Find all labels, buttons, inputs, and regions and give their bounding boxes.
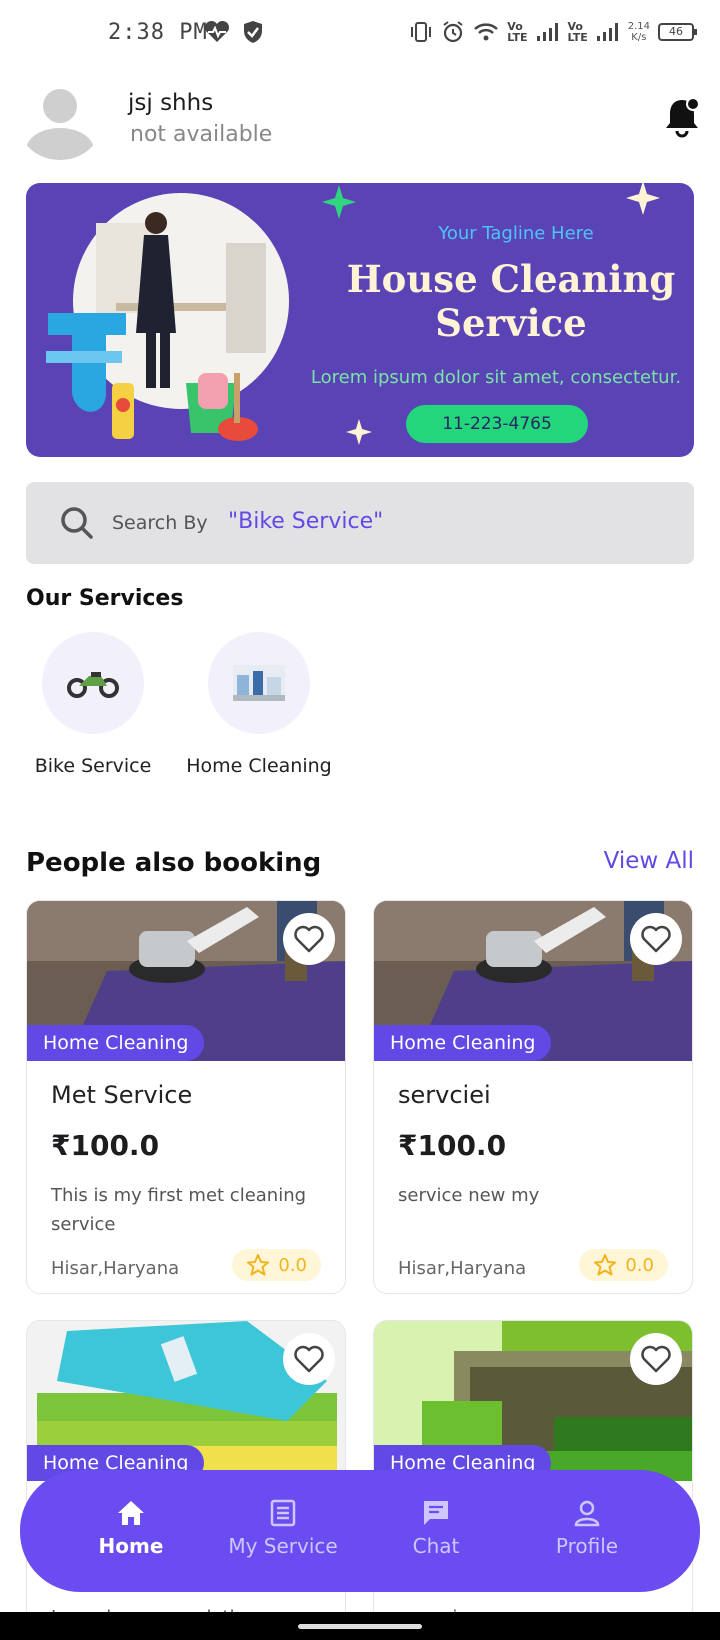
service-item-bike[interactable]: Bike Service [18, 632, 168, 781]
signal-icon-2 [596, 23, 618, 41]
favorite-button[interactable] [630, 1333, 682, 1385]
nav-label: My Service [228, 1534, 338, 1558]
card-image: Home Cleaning [374, 901, 692, 1061]
services-section-title: Our Services [26, 586, 184, 611]
sparkle-icon [626, 183, 660, 215]
favorite-button[interactable] [283, 913, 335, 965]
heart-icon [641, 925, 671, 953]
card-location: Hisar,Haryana [398, 1258, 527, 1279]
network-speed: 2.14 K/s [627, 21, 650, 43]
volte-label-1: Vo LTE [507, 20, 528, 44]
nav-label: Profile [555, 1534, 619, 1558]
home-cleaning-thumb [233, 665, 285, 701]
heart-icon [294, 1345, 324, 1373]
status-time: 2:38 PM [108, 20, 208, 45]
service-label: Home Cleaning [186, 755, 332, 777]
volte-label-2: Vo LTE [567, 20, 588, 44]
chat-icon [424, 1501, 448, 1525]
search-bar[interactable]: Search By "Bike Service" [26, 482, 694, 564]
sparkle-icon [346, 419, 372, 445]
card-image: Home Cleaning [27, 1321, 345, 1481]
profile-icon [574, 1500, 600, 1527]
home-icon [118, 1501, 144, 1525]
alarm-icon [443, 21, 463, 43]
notification-bell-icon[interactable] [662, 96, 702, 138]
rating-value: 0.0 [278, 1254, 307, 1276]
card-image: Home Cleaning [27, 901, 345, 1061]
card-price: ₹100.0 [51, 1129, 160, 1162]
banner-tagline: Your Tagline Here [438, 223, 594, 244]
battery-icon: 46 [658, 23, 697, 41]
avatar[interactable] [18, 84, 102, 160]
service-circle [42, 632, 144, 734]
wifi-icon [474, 23, 499, 41]
heart-pulse-icon [204, 21, 230, 42]
rating-badge: 0.0 [579, 1249, 668, 1281]
star-icon [594, 1254, 617, 1276]
banner-title: House Cleaning Service [346, 257, 676, 345]
gesture-bar [0, 1612, 720, 1640]
rating-value: 0.0 [625, 1254, 654, 1276]
card-price: ₹100.0 [398, 1129, 507, 1162]
favorite-button[interactable] [283, 1333, 335, 1385]
user-avatar-icon [18, 84, 102, 160]
promo-banner[interactable]: Your Tagline Here House Cleaning Service… [26, 183, 694, 457]
nav-label: Chat [412, 1534, 460, 1558]
banner-illustration [46, 193, 289, 441]
service-card[interactable]: Home Cleaning Met Service ₹100.0 This is… [26, 900, 346, 1294]
vibrate-icon [411, 22, 432, 42]
view-all-link[interactable]: View All [604, 848, 694, 874]
nav-item-my-service[interactable]: My Service [218, 1498, 348, 1558]
search-hint: "Bike Service" [228, 509, 384, 534]
service-label: Bike Service [34, 755, 152, 777]
search-icon [61, 507, 93, 539]
list-icon [270, 1499, 296, 1527]
card-image: Home Cleaning [374, 1321, 692, 1481]
motorbike-icon [67, 672, 119, 698]
signal-icon-1 [536, 23, 558, 41]
card-description: service new my [398, 1185, 540, 1206]
sparkle-icon [322, 185, 356, 219]
rating-badge: 0.0 [232, 1249, 321, 1281]
battery-level: 46 [669, 25, 683, 38]
status-bar: 2:38 PM Vo LTE Vo LTE 2.14 K/s 46 [0, 0, 720, 68]
card-location: Hisar,Haryana [51, 1258, 180, 1279]
service-card[interactable]: Home Cleaning servciei ₹100.0 service ne… [373, 900, 693, 1294]
nav-item-profile[interactable]: Profile [522, 1498, 652, 1558]
user-name: jsj shhs [128, 90, 214, 116]
home-gesture-handle[interactable] [298, 1624, 422, 1629]
booking-section-title: People also booking [26, 848, 322, 878]
nav-label: Home [98, 1534, 164, 1558]
card-title: Met Service [51, 1081, 193, 1109]
card-title: servciei [398, 1081, 491, 1109]
user-status: not available [130, 122, 273, 147]
category-tag: Home Cleaning [27, 1025, 205, 1061]
nav-item-chat[interactable]: Chat [371, 1498, 501, 1558]
banner-phone-button[interactable]: 11-223-4765 [406, 405, 588, 443]
heart-icon [641, 1345, 671, 1373]
heart-icon [294, 925, 324, 953]
card-description: This is my first met cleaning service [51, 1185, 307, 1235]
bottom-navigation: Home My Service Chat Profile [20, 1470, 700, 1592]
favorite-button[interactable] [630, 913, 682, 965]
search-label: Search By [112, 512, 208, 534]
shield-check-icon [244, 21, 262, 43]
nav-item-home[interactable]: Home [66, 1498, 196, 1558]
banner-subtitle: Lorem ipsum dolor sit amet, consectetur. [310, 367, 682, 388]
status-icons-right: Vo LTE Vo LTE 2.14 K/s 46 [409, 20, 697, 44]
category-tag: Home Cleaning [374, 1025, 552, 1061]
service-item-home-cleaning[interactable]: Home Cleaning [184, 632, 334, 781]
star-icon [247, 1254, 270, 1276]
header: jsj shhs not available [18, 84, 702, 160]
service-circle [208, 632, 310, 734]
status-icons-left [204, 20, 264, 44]
